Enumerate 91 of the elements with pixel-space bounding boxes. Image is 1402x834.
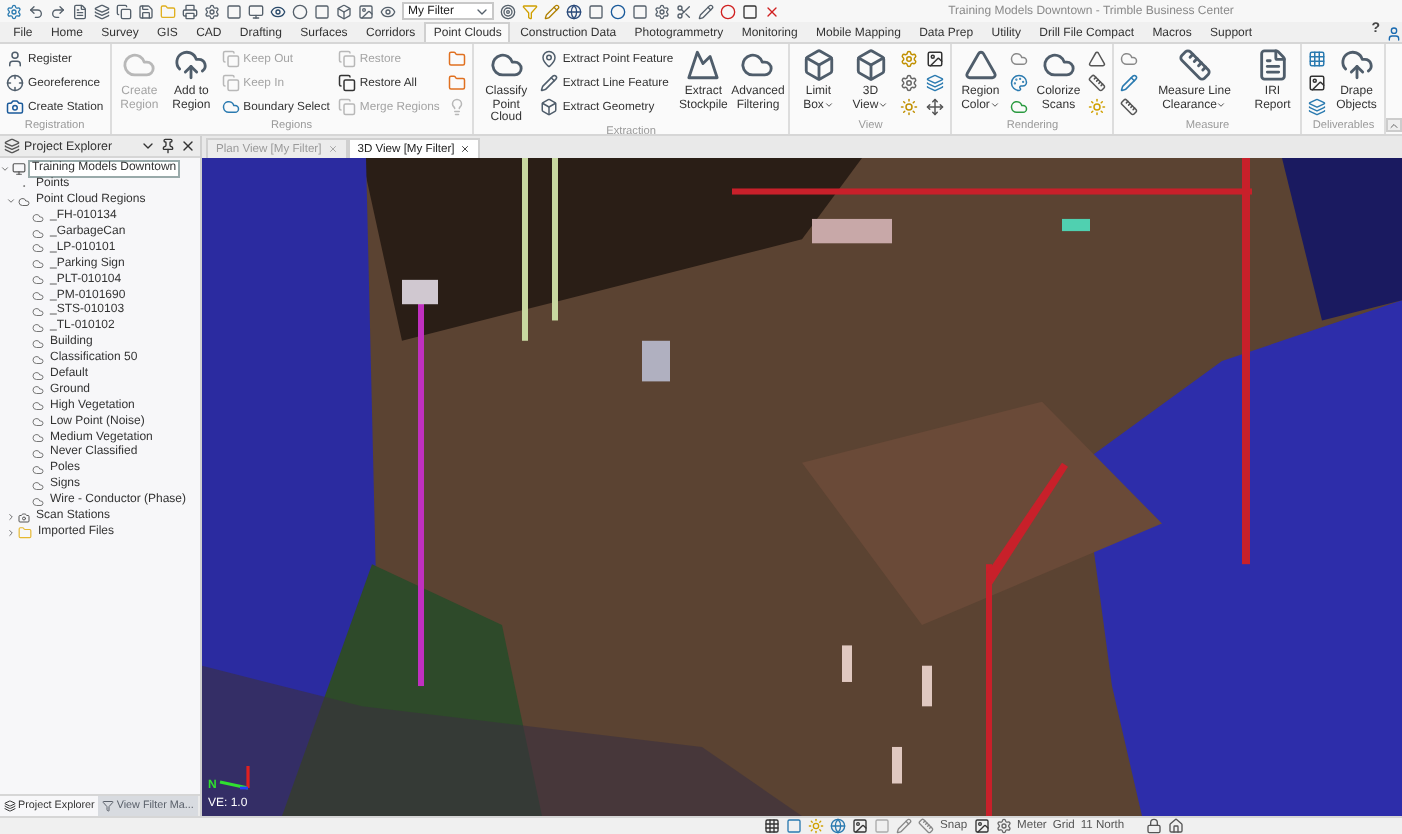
ruler-icon[interactable] — [1118, 96, 1141, 118]
settings-icon[interactable] — [204, 3, 220, 19]
folder-icon — [18, 525, 32, 540]
gear-icon[interactable] — [995, 818, 1012, 834]
layers-icon — [4, 800, 16, 812]
axis-triad-icon — [218, 764, 255, 792]
cloud-upload-icon — [1339, 48, 1374, 82]
layers-icon[interactable] — [924, 72, 947, 94]
scissors-icon[interactable] — [676, 3, 692, 19]
cloud-icon — [489, 48, 524, 82]
copy-icon — [221, 74, 240, 92]
ruler-icon[interactable] — [1086, 72, 1109, 94]
menu-icon[interactable] — [140, 138, 156, 154]
copy-icon — [337, 98, 356, 116]
cloud-icon — [122, 48, 157, 82]
cloud-icon — [174, 48, 209, 82]
cloud-icon — [740, 48, 775, 82]
cube-icon — [853, 48, 888, 82]
move-icon[interactable] — [924, 96, 947, 118]
record-icon[interactable] — [720, 3, 736, 19]
pin-icon[interactable] — [160, 138, 176, 154]
ruler-icon[interactable] — [918, 818, 934, 834]
cube-icon[interactable] — [336, 3, 352, 19]
folder-icon[interactable] — [445, 48, 468, 70]
crosshair-icon — [6, 74, 24, 92]
stop-icon[interactable] — [742, 3, 758, 19]
settings-icon[interactable] — [654, 3, 670, 19]
cloud-icon[interactable] — [1008, 96, 1031, 118]
copy-icon — [221, 50, 240, 68]
pencil-icon[interactable] — [1118, 72, 1141, 94]
cube-icon — [801, 48, 836, 82]
image-icon[interactable] — [924, 48, 947, 70]
lock-icon[interactable] — [1146, 818, 1163, 834]
layers-icon[interactable] — [94, 3, 110, 19]
globe-icon[interactable] — [566, 3, 582, 19]
monitor-icon[interactable] — [248, 3, 264, 19]
cloud-icon[interactable] — [1008, 48, 1031, 70]
close-icon[interactable] — [180, 138, 196, 154]
cloud-icon — [1041, 48, 1076, 82]
redo-icon[interactable] — [50, 3, 66, 19]
printer-icon[interactable] — [182, 3, 198, 19]
user-icon[interactable] — [1386, 26, 1402, 42]
copy-icon[interactable] — [116, 3, 132, 19]
project-icon — [12, 162, 26, 177]
image-icon[interactable] — [1306, 72, 1329, 94]
circle-icon[interactable] — [292, 3, 308, 19]
pencil-icon — [540, 74, 559, 92]
save-icon[interactable] — [138, 3, 154, 19]
camera-icon — [18, 511, 30, 524]
panel-icon — [4, 138, 20, 154]
palette-icon[interactable] — [1008, 72, 1031, 94]
pin-icon — [540, 50, 559, 68]
square-icon[interactable] — [632, 3, 648, 19]
cloud-icon — [221, 98, 240, 116]
square-icon[interactable] — [314, 3, 330, 19]
eye-icon[interactable] — [380, 3, 396, 19]
pencil-icon[interactable] — [544, 3, 560, 19]
cube-icon — [540, 98, 559, 116]
triangle-icon[interactable] — [1086, 48, 1109, 70]
camera-icon — [6, 98, 24, 116]
document-icon[interactable] — [72, 3, 88, 19]
image-icon[interactable] — [358, 3, 374, 19]
undo-icon[interactable] — [28, 3, 44, 19]
cloud-icon[interactable] — [1118, 48, 1141, 70]
close-icon[interactable] — [764, 3, 780, 19]
report-icon — [1255, 48, 1290, 82]
globe-icon[interactable] — [830, 818, 846, 834]
square-icon[interactable] — [786, 818, 802, 834]
layers-icon[interactable] — [1306, 96, 1329, 118]
home-icon[interactable] — [1168, 818, 1185, 834]
mountain-icon — [686, 48, 721, 82]
target-icon[interactable] — [500, 3, 516, 19]
copy-icon — [337, 50, 356, 68]
ruler-icon — [1177, 48, 1212, 82]
square-icon[interactable] — [226, 3, 242, 19]
eye-icon[interactable] — [270, 3, 286, 19]
settings-icon[interactable] — [6, 3, 22, 19]
circle-icon[interactable] — [610, 3, 626, 19]
pencil-icon[interactable] — [896, 818, 912, 834]
user-icon — [6, 50, 24, 68]
grid-icon[interactable] — [764, 818, 780, 834]
pencil-icon[interactable] — [698, 3, 714, 19]
image-icon[interactable] — [852, 818, 868, 834]
image-icon[interactable] — [973, 818, 990, 834]
copy-icon — [337, 74, 356, 92]
sun-icon[interactable] — [898, 96, 921, 118]
gear-icon[interactable] — [898, 72, 921, 94]
folder-icon[interactable] — [445, 72, 468, 94]
filter-icon — [102, 800, 115, 812]
grid-icon[interactable] — [1306, 48, 1329, 70]
square-icon[interactable] — [588, 3, 604, 19]
